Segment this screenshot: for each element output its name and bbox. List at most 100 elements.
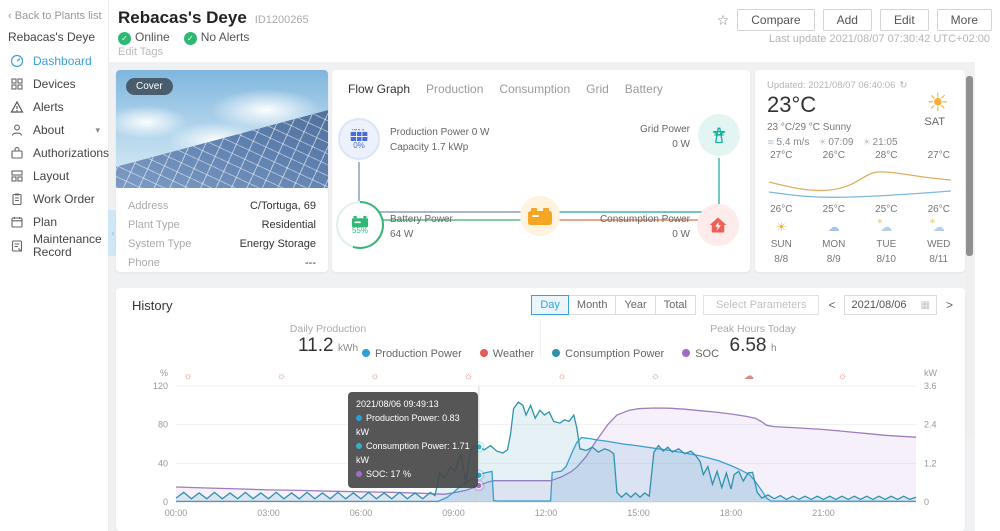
sidebar-item-layout[interactable]: Layout [0, 165, 108, 187]
back-icon: ‹ [8, 10, 12, 22]
sidebar-item-devices[interactable]: Devices [0, 73, 108, 95]
svg-text:03:00: 03:00 [257, 508, 280, 518]
authorizations-icon [10, 146, 24, 160]
edit-button[interactable]: Edit [880, 9, 929, 31]
sidebar-item-about[interactable]: About ▾ [0, 119, 108, 141]
next-date-arrow[interactable]: > [944, 298, 955, 312]
svg-text:1.2: 1.2 [924, 458, 937, 468]
current-temperature: 23°C [767, 92, 816, 118]
status-row: ✓Online ✓No Alerts [118, 30, 249, 45]
svg-text:3.6: 3.6 [924, 381, 937, 391]
chart-tooltip: 2021/08/06 09:49:13 Production Power: 0.… [348, 392, 478, 488]
cover-badge: Cover [126, 78, 173, 95]
svg-text:06:00: 06:00 [350, 508, 373, 518]
legend-weather[interactable]: Weather [480, 348, 534, 360]
sidebar-item-plan[interactable]: Plan [0, 211, 108, 233]
tab-day[interactable]: Day [531, 295, 569, 315]
forecast-weather-icon: ☀☁ [933, 220, 945, 234]
edit-tags-link[interactable]: Edit Tags [118, 46, 163, 58]
production-percent: 0% [353, 141, 365, 150]
maintenance-record-icon [10, 239, 24, 253]
current-day-label: SAT [924, 116, 945, 128]
flow-tabs: Flow Graph Production Consumption Grid B… [332, 70, 750, 96]
battery-label: Battery Power64 W [390, 212, 453, 242]
refresh-icon[interactable]: ↻ [899, 80, 907, 91]
plant-info-list: AddressC/Tortuga, 69 Plant TypeResidenti… [116, 188, 328, 280]
grid-tower-icon [709, 125, 729, 145]
alerts-icon [10, 100, 24, 114]
svg-text:2.4: 2.4 [924, 420, 937, 430]
info-row-address: AddressC/Tortuga, 69 [128, 196, 316, 215]
select-parameters-dropdown[interactable]: Select Parameters [703, 295, 819, 315]
compare-button[interactable]: Compare [737, 9, 814, 31]
forecast-lows-row: 26°C25°C 25°C26°C [755, 204, 965, 215]
legend-dot-icon [480, 349, 488, 357]
grid-node [698, 114, 740, 156]
tab-month[interactable]: Month [568, 295, 617, 315]
add-button[interactable]: Add [823, 9, 872, 31]
dashboard-icon [10, 54, 24, 68]
tab-production[interactable]: Production [426, 82, 483, 96]
svg-text:☼: ☼ [370, 371, 379, 382]
collapse-icon: ‹ [112, 228, 115, 238]
forecast-weather-icon: ☀☁ [880, 220, 892, 234]
flow-graph-card: Flow Graph Production Consumption Grid B… [332, 70, 750, 272]
svg-text:☁: ☁ [744, 371, 754, 382]
back-to-plants-link[interactable]: ‹ Back to Plants list [8, 10, 102, 22]
status-online-badge: ✓Online [118, 30, 170, 45]
sidebar-item-maintenance-record[interactable]: Maintenance Record [0, 232, 108, 260]
sidebar-divider [108, 0, 109, 531]
weather-card: Updated: 2021/08/07 06:40:06 ↻ 23°C ☀ SA… [755, 70, 965, 272]
tab-consumption[interactable]: Consumption [499, 82, 570, 96]
sidebar-item-work-order[interactable]: Work Order [0, 188, 108, 210]
house-bolt-icon [708, 215, 728, 235]
history-controls: Day Month Year Total Select Parameters <… [532, 295, 955, 315]
sidebar-item-authorizations[interactable]: Authorizations [0, 142, 108, 164]
check-icon: ✓ [184, 32, 197, 45]
legend-consumption[interactable]: Consumption Power [552, 348, 664, 360]
tab-grid[interactable]: Grid [586, 82, 609, 96]
consumption-node [697, 204, 739, 246]
last-update-text: Last update 2021/08/07 07:30:42 UTC+02:0… [769, 33, 990, 45]
sidebar-item-alerts[interactable]: Alerts [0, 96, 108, 118]
tab-flow-graph[interactable]: Flow Graph [348, 82, 410, 96]
work-order-icon [10, 192, 24, 206]
svg-text:☼: ☼ [651, 371, 660, 382]
page-scrollbar-thumb[interactable] [966, 76, 973, 256]
tab-battery[interactable]: Battery [625, 82, 663, 96]
tab-total[interactable]: Total [655, 295, 696, 315]
date-picker[interactable]: 2021/08/06 ▦ [844, 295, 937, 315]
legend-soc[interactable]: SOC [682, 348, 719, 360]
svg-text:00:00: 00:00 [165, 508, 188, 518]
cover-card: Cover AddressC/Tortuga, 69 Plant TypeRes… [116, 70, 328, 272]
range-tabs: Day Month Year Total [532, 295, 696, 315]
forecast-icons-row: ☀ ☁ ☀☁ ☀☁ [755, 220, 965, 234]
history-chart[interactable]: 0408012001.22.43.6%kW00:0003:0006:0009:0… [116, 360, 965, 525]
history-title: History [132, 298, 172, 313]
legend-production[interactable]: Production Power [362, 348, 462, 360]
legend-dot-icon [552, 349, 560, 357]
favorite-star-icon[interactable]: ☆ [717, 12, 730, 29]
battery-percent: 55% [352, 226, 368, 235]
wind-icon: ≋ [767, 137, 775, 147]
sunset-icon: ☀ [862, 137, 870, 147]
prev-date-arrow[interactable]: < [826, 298, 837, 312]
about-caret-icon: ▾ [95, 125, 100, 136]
legend-dot-icon [682, 349, 690, 357]
info-row-phone: Phone--- [128, 253, 316, 272]
sidebar-item-dashboard[interactable]: Dashboard [0, 50, 108, 72]
tab-year[interactable]: Year [615, 295, 655, 315]
chart-legend: Production Power Weather Consumption Pow… [116, 348, 965, 360]
calendar-icon: ▦ [921, 300, 930, 311]
header-actions: ☆ Compare Add Edit More [717, 9, 992, 31]
svg-text:15:00: 15:00 [627, 508, 650, 518]
forecast-highs-row: 27°C26°C 28°C27°C [755, 150, 965, 161]
forecast-days-row: SUNMON TUEWED [755, 239, 965, 250]
history-card: History Day Month Year Total Select Para… [116, 288, 965, 531]
svg-text:0: 0 [924, 497, 929, 507]
battery-node: 55% [339, 204, 381, 246]
svg-text:☼: ☼ [838, 371, 847, 382]
svg-text:☼: ☼ [183, 371, 192, 382]
more-button[interactable]: More [937, 9, 992, 31]
layout-icon [10, 169, 24, 183]
